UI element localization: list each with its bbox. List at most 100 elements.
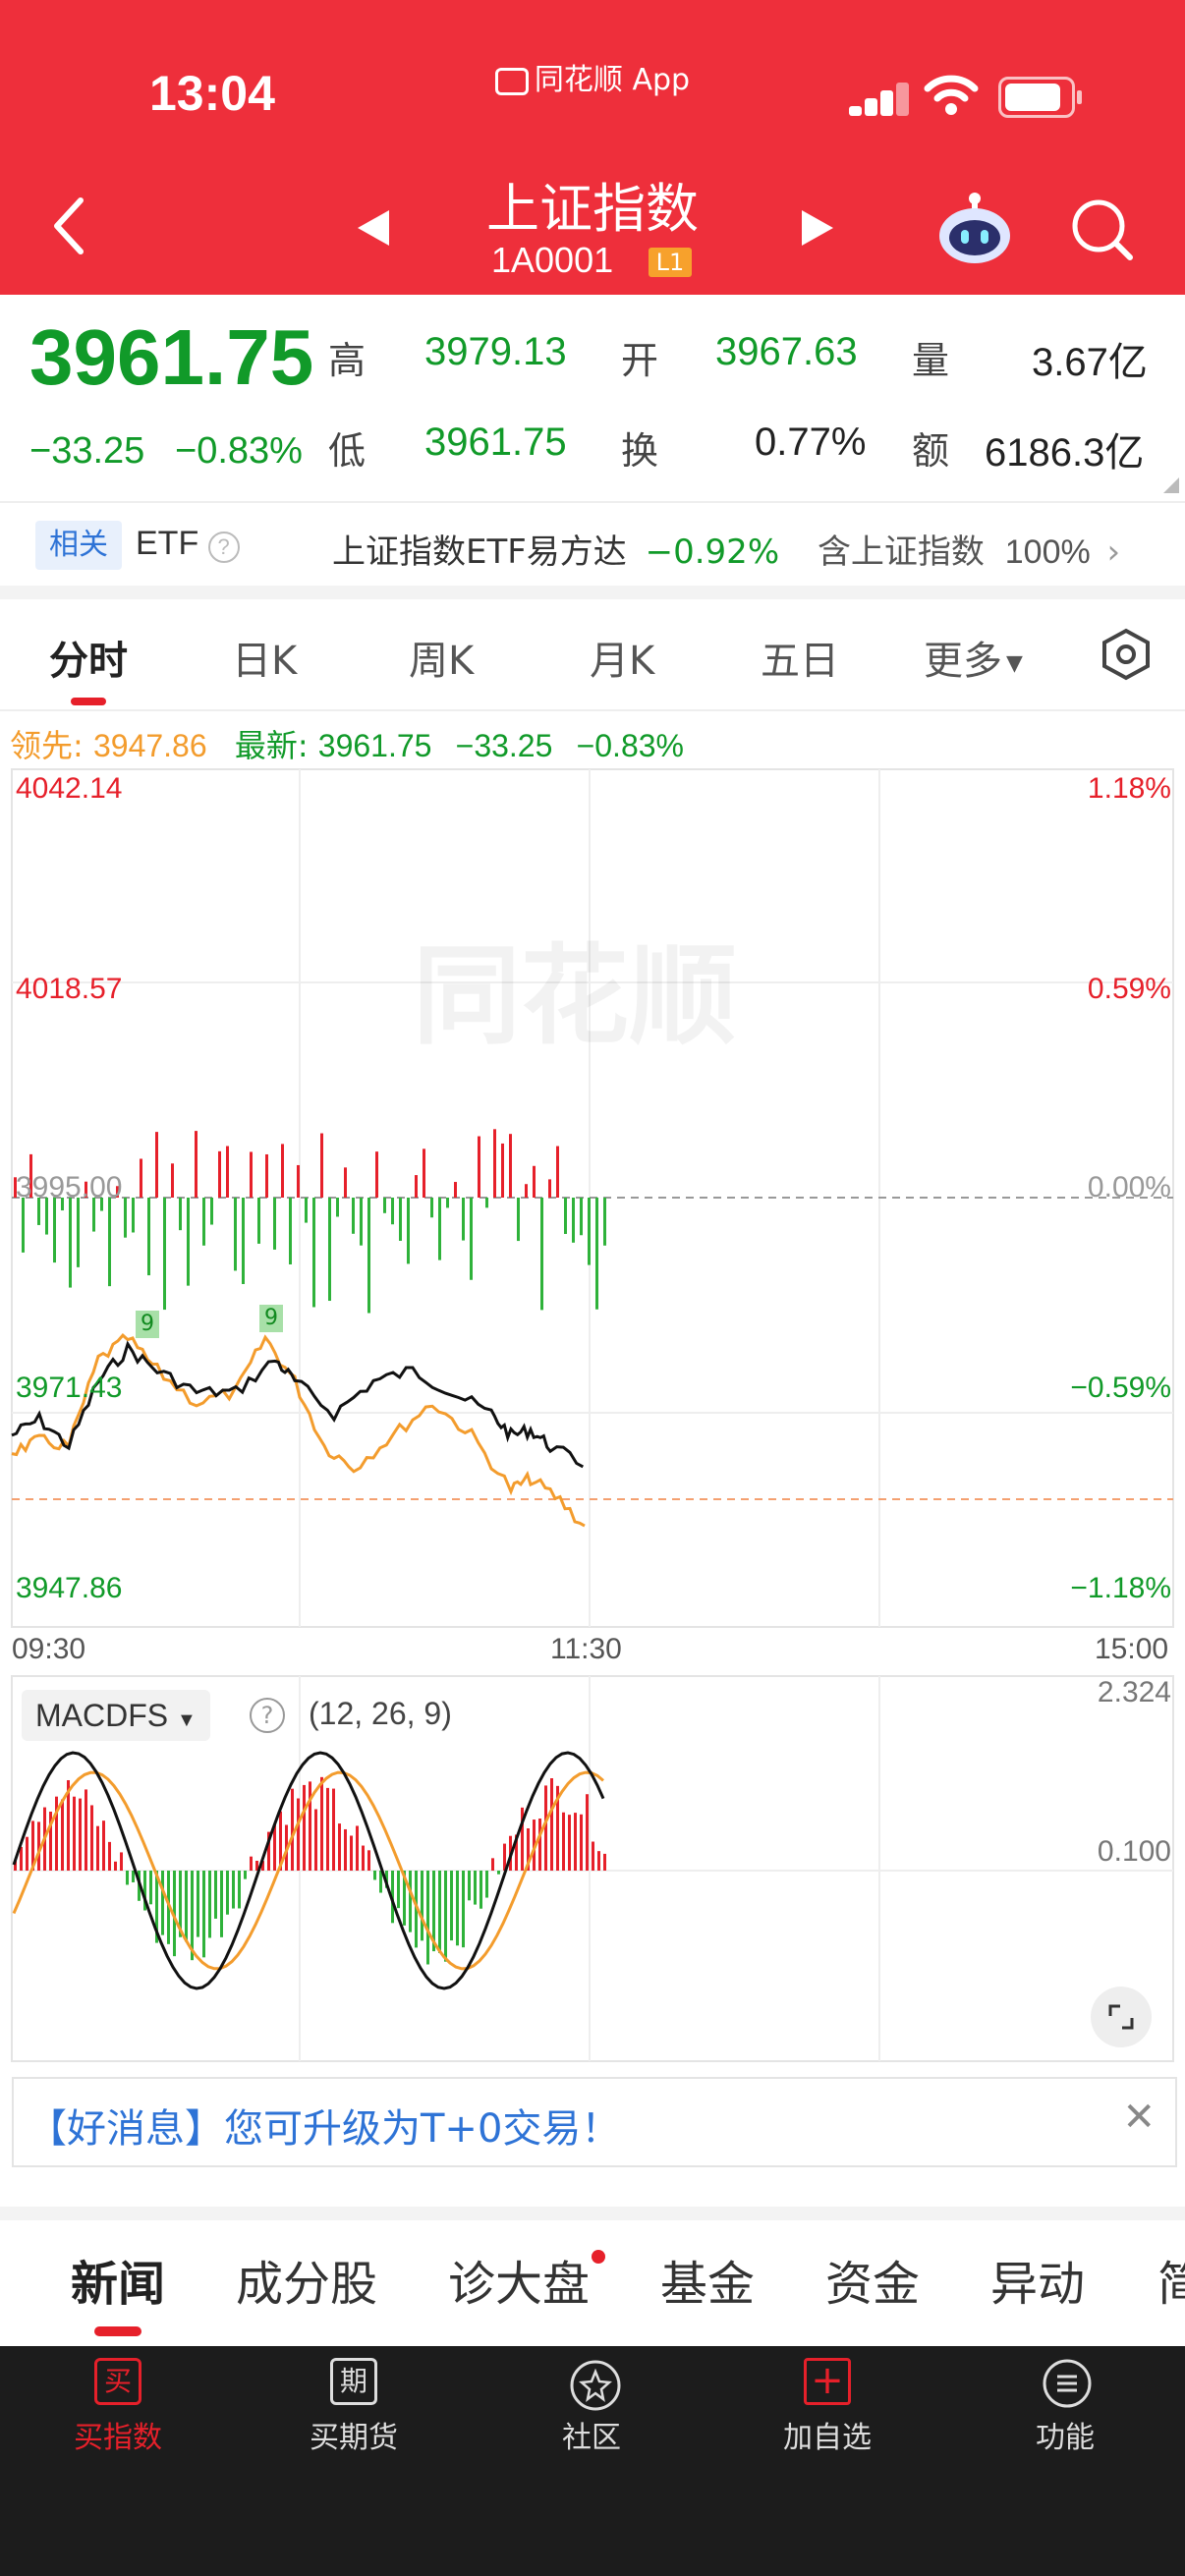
etf-label: ETF ? <box>136 525 240 563</box>
macd-bar <box>226 1871 229 1915</box>
app-header: 13:04 同花顺 App 上证指数 1A0001 L1 <box>0 0 1185 295</box>
turnover-value: 0.77% <box>755 420 867 464</box>
tab-intraday[interactable]: 分时 <box>49 629 128 686</box>
macd-bar <box>220 1871 223 1937</box>
tab-five-day[interactable]: 五日 <box>761 629 839 686</box>
help-icon[interactable]: ? <box>207 532 240 563</box>
promo-text: 【好消息】您可升级为T+0交易！ <box>28 2106 621 2152</box>
pct-label-top: 1.18% <box>1087 772 1171 805</box>
volume-bar <box>187 1198 190 1286</box>
open-label: 开 <box>621 339 659 382</box>
y-label-2: 4018.57 <box>16 973 123 1005</box>
help-icon[interactable]: ? <box>250 1698 285 1733</box>
average-price-line <box>11 1332 586 1528</box>
tab-brief[interactable]: 简 <box>1157 2245 1185 2314</box>
volume-bar <box>572 1198 575 1243</box>
fullscreen-button[interactable] <box>1091 1987 1152 2047</box>
macd-bar <box>538 1819 541 1871</box>
macd-params: (12, 26, 9) <box>309 1696 452 1731</box>
nav-buy-futures[interactable]: 期 买期货 <box>255 2358 452 2456</box>
divider <box>0 709 1185 711</box>
volume-bar <box>202 1198 205 1246</box>
intraday-chart[interactable]: 同花顺 4042.14 4018.57 3995.00 3971.43 3947… <box>0 766 1185 1631</box>
volume-bar <box>470 1198 473 1280</box>
volume-bar <box>493 1129 496 1198</box>
macd-bar <box>362 1845 365 1871</box>
battery-icon <box>998 77 1082 118</box>
nav-functions[interactable]: 功能 <box>967 2358 1163 2456</box>
macd-bar <box>450 1871 453 1941</box>
tab-constituents[interactable]: 成分股 <box>236 2245 377 2314</box>
nav-add-watchlist[interactable]: + 加自选 <box>729 2358 926 2456</box>
high-value: 3979.13 <box>424 330 567 373</box>
volume-bar <box>533 1165 536 1198</box>
volume-bar <box>478 1136 480 1198</box>
volume-bar <box>344 1167 347 1198</box>
tab-capital[interactable]: 资金 <box>825 2245 920 2314</box>
related-tag: 相关 <box>35 521 122 570</box>
macd-indicator-select[interactable]: MACDFS ▼ <box>22 1690 210 1741</box>
expand-corner-icon[interactable] <box>1163 477 1179 493</box>
volume-bar <box>454 1182 457 1198</box>
macd-bar <box>326 1787 329 1871</box>
close-icon[interactable]: ✕ <box>1122 2095 1156 2140</box>
macd-bar <box>244 1871 247 1879</box>
macd-bar <box>338 1823 341 1871</box>
macd-bar <box>303 1784 306 1871</box>
macd-bar <box>421 1871 423 1941</box>
tab-news[interactable]: 新闻 <box>71 2245 165 2314</box>
macd-bar <box>497 1871 500 1875</box>
tab-monthly-k[interactable]: 月K <box>590 629 654 686</box>
tab-funds[interactable]: 基金 <box>660 2245 755 2314</box>
pct-label-2: 0.59% <box>1087 973 1171 1005</box>
settings-hex-icon[interactable] <box>1099 627 1154 686</box>
chevron-right-icon: › <box>1106 532 1121 572</box>
macd-bar <box>468 1871 471 1901</box>
volume-bar <box>375 1151 378 1198</box>
amount-value: 6186.3亿 <box>985 431 1145 475</box>
section-gap <box>0 586 1185 599</box>
macd-chart[interactable]: MACDFS ▼ ? (12, 26, 9) 2.324 0.100 <box>0 1674 1185 2063</box>
macd-bar <box>444 1871 447 1962</box>
tab-movements[interactable]: 异动 <box>990 2245 1085 2314</box>
macd-bar <box>73 1796 76 1871</box>
level-badge: L1 <box>649 248 692 277</box>
pct-label-4: −0.59% <box>1070 1372 1171 1404</box>
tab-weekly-k[interactable]: 周K <box>409 629 474 686</box>
volume-bar <box>265 1153 268 1198</box>
macd-bar <box>126 1871 129 1885</box>
volume-bar <box>517 1198 520 1242</box>
volume-bar <box>509 1134 512 1198</box>
macd-bar <box>185 1871 188 1942</box>
macd-bar <box>61 1799 64 1871</box>
robot-assistant-icon[interactable] <box>935 191 1014 273</box>
promo-banner[interactable]: 【好消息】您可升级为T+0交易！ ✕ <box>12 2077 1177 2167</box>
tab-daily-k[interactable]: 日K <box>232 629 297 686</box>
search-icon[interactable] <box>1069 196 1138 269</box>
volume-bar <box>446 1198 449 1208</box>
volume-bar <box>367 1198 370 1314</box>
volume-bar <box>179 1198 182 1231</box>
volume-bar <box>438 1198 441 1260</box>
etf-link[interactable]: 上证指数ETF易方达 −0.92% 含上证指数 100% › <box>332 525 1120 573</box>
tab-diagnosis[interactable]: 诊大盘 <box>448 2245 590 2314</box>
volume-bar <box>289 1198 292 1264</box>
next-index-button[interactable] <box>798 208 837 252</box>
macd-bar <box>202 1871 205 1958</box>
nav-community[interactable]: 社区 <box>493 2358 690 2456</box>
futures-icon: 期 <box>330 2358 377 2405</box>
volume-bar <box>423 1148 425 1198</box>
volume-bar <box>430 1198 433 1218</box>
nav-buy-index[interactable]: 买 买指数 <box>20 2358 216 2456</box>
volume-bar <box>234 1198 237 1271</box>
volume-bar <box>556 1146 559 1198</box>
tab-more[interactable]: 更多 ▼ <box>924 629 1023 686</box>
menu-icon <box>1042 2358 1092 2408</box>
macd-bar <box>356 1825 359 1871</box>
volume-bar <box>242 1198 245 1284</box>
macd-mid-label: 0.100 <box>1097 1835 1171 1868</box>
volume-bar <box>312 1198 315 1308</box>
volume-bar <box>53 1198 56 1263</box>
volume-bar <box>501 1143 504 1198</box>
macd-bar <box>397 1871 400 1909</box>
